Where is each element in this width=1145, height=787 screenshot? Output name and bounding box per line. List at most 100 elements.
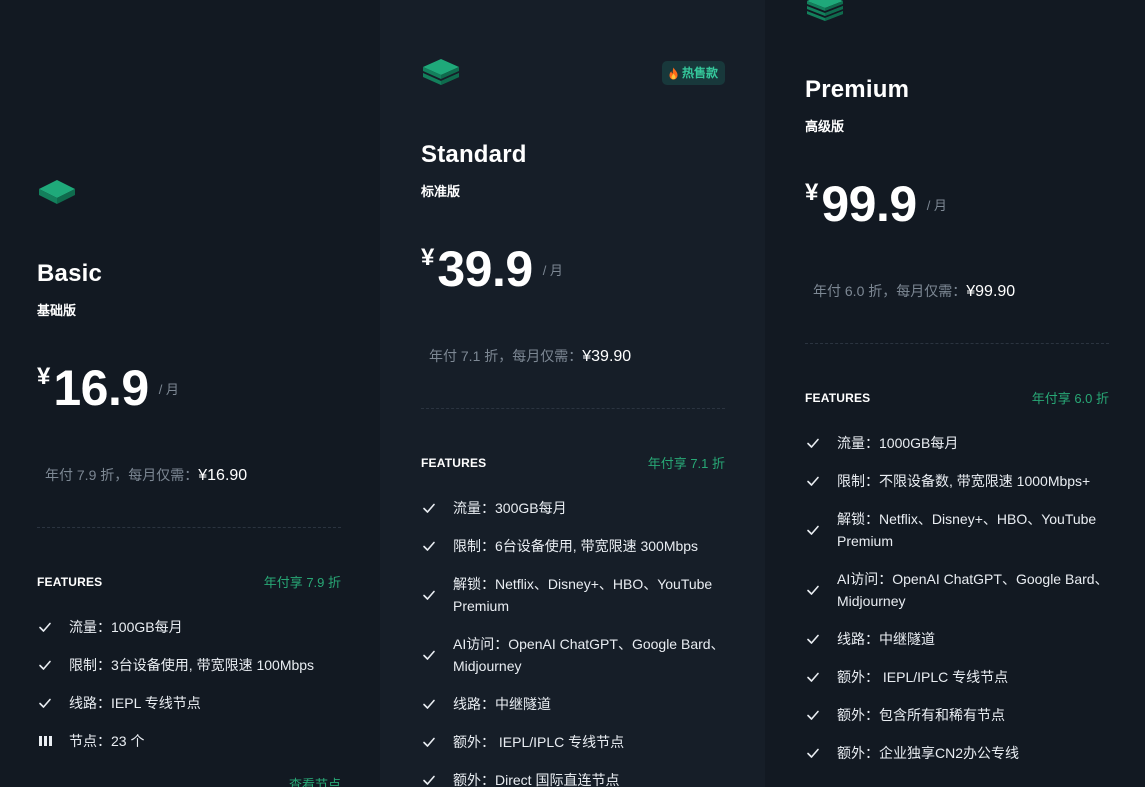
feature-item: 解锁：Netflix、Disney+、HBO、YouTube Premium xyxy=(805,500,1109,560)
price-row: ¥ 99.9 / 月 xyxy=(805,177,1109,231)
feature-list: 流量：100GB每月 限制：3台设备使用, 带宽限速 100Mbps 线路：IE… xyxy=(37,608,341,760)
feature-item: 限制：3台设备使用, 带宽限速 100Mbps xyxy=(37,646,341,684)
price-period: / 月 xyxy=(542,263,563,278)
check-icon xyxy=(421,734,437,750)
divider xyxy=(805,343,1109,344)
plan-subtitle: 基础版 xyxy=(37,303,77,318)
feature-text: 限制：6台设备使用, 带宽限速 300Mbps xyxy=(453,538,699,554)
feature-text: 流量：100GB每月 xyxy=(69,619,183,635)
check-icon xyxy=(805,631,821,647)
feature-item: AI访问：OpenAI ChatGPT、Google Bard、Midjourn… xyxy=(421,625,725,685)
feature-text: 流量：300GB每月 xyxy=(453,500,567,516)
check-icon xyxy=(805,473,821,489)
feature-item: 线路：中继隧道 xyxy=(805,620,1109,658)
feature-item: 额外： IEPL/IPLC 专线节点 xyxy=(421,723,725,761)
plan-name: Basic xyxy=(37,260,103,287)
check-icon xyxy=(37,657,53,673)
flame-icon xyxy=(669,67,678,79)
price-row: ¥ 16.9 / 月 xyxy=(37,361,341,415)
annual-price: 年付 7.1 折，每月仅需：¥39.90 xyxy=(421,346,725,366)
plan-name: Premium xyxy=(805,76,910,103)
plan-card-basic: Basic 基础版 ¥ 16.9 / 月 年付 7.9 折，每月仅需：¥16.9… xyxy=(0,0,380,787)
server-bars-icon xyxy=(37,733,53,749)
feature-text: 额外：Direct 国际直连节点 xyxy=(453,772,620,787)
check-icon xyxy=(37,695,53,711)
check-icon xyxy=(805,707,821,723)
check-icon xyxy=(805,745,821,761)
feature-item: 限制：不限设备数, 带宽限速 1000Mbps+ xyxy=(805,462,1109,500)
features-header: FEATURES 年付享 7.1 折 xyxy=(421,453,725,472)
check-icon xyxy=(805,522,821,538)
annual-text: 年付 7.1 折，每月仅需： xyxy=(429,348,583,364)
feature-text: 解锁：Netflix、Disney+、HBO、YouTube Premium xyxy=(453,576,713,614)
feature-text: 限制：不限设备数, 带宽限速 1000Mbps+ xyxy=(837,473,1091,489)
price-period: / 月 xyxy=(158,382,179,397)
check-icon xyxy=(421,587,437,603)
price-amount: 39.9 xyxy=(437,241,533,297)
feature-item: 节点：23 个 xyxy=(37,722,341,760)
view-nodes-link[interactable]: 查看节点 xyxy=(37,774,341,787)
check-icon xyxy=(421,538,437,554)
check-icon xyxy=(805,435,821,451)
features-title: FEATURES xyxy=(805,390,871,405)
feature-list: 流量：300GB每月 限制：6台设备使用, 带宽限速 300Mbps 解锁：Ne… xyxy=(421,489,725,787)
feature-item: 线路：IEPL 专线节点 xyxy=(37,684,341,722)
plan-subtitle: 标准版 xyxy=(421,184,461,199)
features-title: FEATURES xyxy=(421,455,487,470)
annual-monthly-price: ¥99.90 xyxy=(966,283,1016,300)
feature-list: 流量：1000GB每月 限制：不限设备数, 带宽限速 1000Mbps+ 解锁：… xyxy=(805,424,1109,772)
feature-text: 节点：23 个 xyxy=(69,733,145,749)
feature-item: 额外：包含所有和稀有节点 xyxy=(805,696,1109,734)
annual-monthly-price: ¥39.90 xyxy=(582,348,632,365)
feature-text: 线路：中继隧道 xyxy=(837,631,935,647)
feature-text: AI访问：OpenAI ChatGPT、Google Bard、Midjourn… xyxy=(453,636,725,674)
feature-item: AI访问：OpenAI ChatGPT、Google Bard、Midjourn… xyxy=(805,560,1109,620)
price-amount: 99.9 xyxy=(821,176,917,232)
check-icon xyxy=(805,669,821,685)
feature-text: 解锁：Netflix、Disney+、HBO、YouTube Premium xyxy=(837,511,1097,549)
feature-text: 额外： IEPL/IPLC 专线节点 xyxy=(453,734,625,750)
feature-text: 线路：IEPL 专线节点 xyxy=(69,695,201,711)
feature-item: 流量：300GB每月 xyxy=(421,489,725,527)
feature-item: 额外：Direct 国际直连节点 xyxy=(421,761,725,787)
check-icon xyxy=(421,696,437,712)
feature-text: 流量：1000GB每月 xyxy=(837,435,959,451)
divider xyxy=(421,408,725,409)
feature-text: 额外：包含所有和稀有节点 xyxy=(837,707,1005,723)
check-icon xyxy=(421,647,437,663)
currency-symbol: ¥ xyxy=(421,244,435,271)
stack-logo-icon xyxy=(807,0,843,21)
features-header: FEATURES 年付享 7.9 折 xyxy=(37,572,341,591)
annual-price: 年付 6.0 折，每月仅需：¥99.90 xyxy=(805,281,1109,301)
plan-card-standard: 热售款 Standard 标准版 ¥ 39.9 / 月 年付 7.1 折，每月仅… xyxy=(380,0,765,787)
annual-discount: 年付享 6.0 折 xyxy=(1031,391,1109,406)
annual-discount: 年付享 7.9 折 xyxy=(263,575,341,590)
feature-text: 线路：中继隧道 xyxy=(453,696,551,712)
feature-text: 额外：企业独享CN2办公专线 xyxy=(837,745,1020,761)
annual-discount: 年付享 7.1 折 xyxy=(647,456,725,471)
feature-item: 流量：100GB每月 xyxy=(37,608,341,646)
currency-symbol: ¥ xyxy=(37,363,51,390)
feature-item: 限制：6台设备使用, 带宽限速 300Mbps xyxy=(421,527,725,565)
feature-text: AI访问：OpenAI ChatGPT、Google Bard、Midjourn… xyxy=(837,571,1109,609)
plan-subtitle: 高级版 xyxy=(805,119,845,134)
feature-item: 额外： IEPL/IPLC 专线节点 xyxy=(805,658,1109,696)
features-title: FEATURES xyxy=(37,574,103,589)
check-icon xyxy=(421,772,437,787)
stack-logo-icon xyxy=(423,59,459,85)
feature-text: 限制：3台设备使用, 带宽限速 100Mbps xyxy=(69,657,315,673)
feature-item: 流量：1000GB每月 xyxy=(805,424,1109,462)
feature-item: 解锁：Netflix、Disney+、HBO、YouTube Premium xyxy=(421,565,725,625)
stack-logo-icon xyxy=(39,180,75,204)
check-icon xyxy=(421,500,437,516)
feature-item: 额外：企业独享CN2办公专线 xyxy=(805,734,1109,772)
annual-price: 年付 7.9 折，每月仅需：¥16.90 xyxy=(37,465,341,485)
price-period: / 月 xyxy=(926,198,947,213)
annual-text: 年付 6.0 折，每月仅需： xyxy=(813,283,967,299)
plan-card-premium: Premium 高级版 ¥ 99.9 / 月 年付 6.0 折，每月仅需：¥99… xyxy=(765,0,1145,787)
badge-text: 热售款 xyxy=(681,66,718,80)
divider xyxy=(37,527,341,528)
feature-item: 线路：中继隧道 xyxy=(421,685,725,723)
hot-sale-badge: 热售款 xyxy=(661,61,725,85)
check-icon xyxy=(805,582,821,598)
